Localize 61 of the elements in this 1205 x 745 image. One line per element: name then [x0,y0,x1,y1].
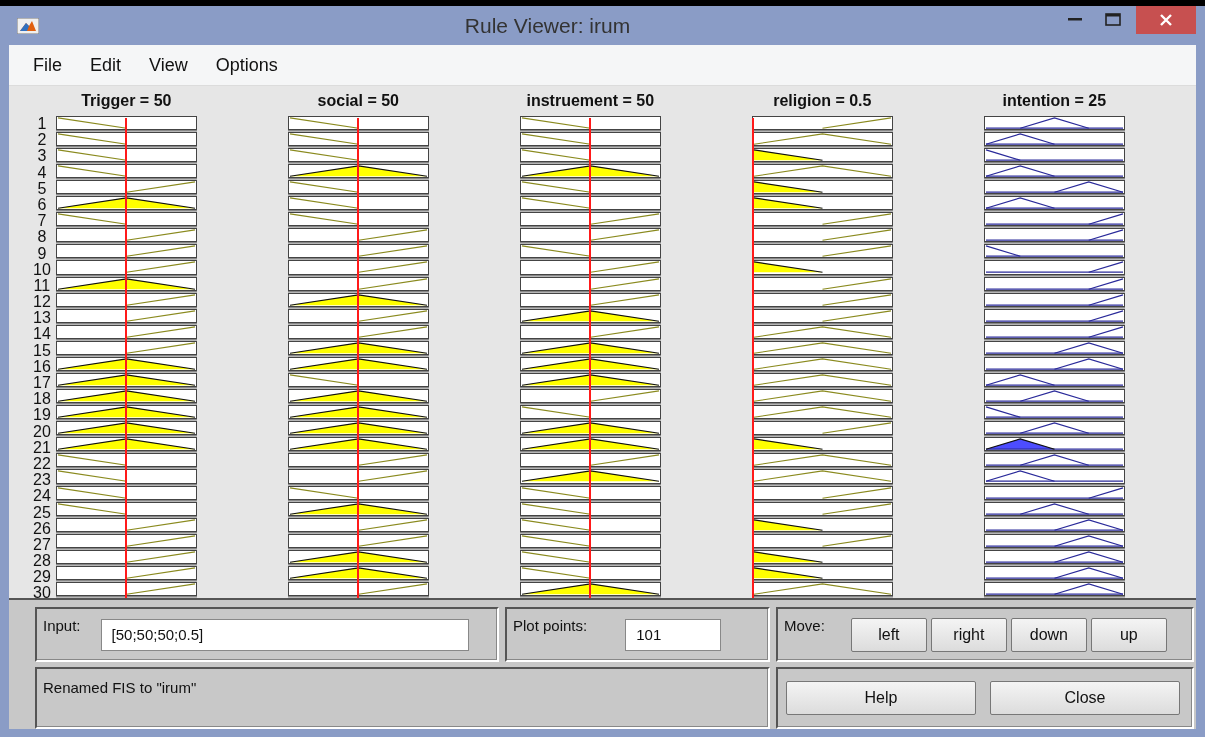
dialog-button[interactable]: Help [786,681,976,715]
menu-item[interactable]: File [25,50,70,80]
maximize-icon [1105,12,1121,26]
rule-number: 27 [33,536,51,554]
status-text: Renamed FIS to "irum" [43,679,197,696]
move-button[interactable]: left [850,617,927,652]
rule-number: 3 [37,148,47,165]
move-label: Move: [784,617,825,634]
variable-label: religion = 0.5 [772,90,873,111]
plot-points-field[interactable]: 101 [625,618,722,651]
dialog-button[interactable]: Close [990,681,1180,715]
rule-number: 5 [37,180,47,197]
input-marker[interactable] [589,118,592,598]
rule-number: 18 [33,391,51,408]
move-button[interactable]: up [1090,617,1167,652]
rule-number: 16 [33,358,51,375]
input-label: Input: [43,617,81,634]
rule-number: 12 [33,294,51,311]
rule-number: 17 [33,375,51,392]
rule-number: 1 [37,116,47,133]
input-marker[interactable] [125,118,128,598]
variable-label: social = 50 [316,90,400,111]
rule-number: 19 [33,407,51,424]
rule-number: 26 [33,520,51,537]
app-icon[interactable] [17,17,39,34]
rule-number: 15 [33,342,51,359]
window-title: Rule Viewer: irum [463,13,632,38]
rule-number: 23 [33,472,51,489]
rule-number: 30 [33,585,51,598]
rule-number: 20 [33,423,51,440]
input-marker[interactable] [357,118,360,598]
minimize-icon [1068,17,1082,21]
variable-label: intention = 25 [1001,90,1108,111]
rule-number: 8 [37,229,47,246]
plot-points-label: Plot points: [513,617,588,634]
rule-number: 21 [33,439,51,456]
variable-label: instruement = 50 [525,90,656,111]
menu-item[interactable]: Options [207,50,286,80]
rule-number: 7 [37,213,47,230]
rule-number: 13 [33,310,51,327]
rule-number: 28 [33,553,51,570]
move-button[interactable]: right [930,617,1007,652]
rule-number: 6 [37,196,47,214]
rule-number: 9 [37,245,47,262]
variable-label: Trigger = 50 [80,90,173,111]
rule-number: 29 [33,569,51,586]
menu-item[interactable]: Edit [82,50,130,80]
rule-number: 4 [37,164,47,181]
close-button[interactable] [1136,6,1196,34]
input-field[interactable]: [50;50;50;0.5] [100,618,469,651]
menu-item[interactable]: View [141,50,196,80]
input-marker[interactable] [751,118,754,598]
rule-number: 2 [37,132,47,149]
rule-number: 22 [33,455,51,473]
rule-number: 14 [33,326,51,343]
move-button[interactable]: down [1010,617,1087,652]
rule-number: 24 [33,488,51,505]
rule-number: 25 [33,504,51,521]
close-icon [1159,14,1173,26]
rule-number: 11 [33,277,51,295]
rule-number: 10 [33,261,51,278]
